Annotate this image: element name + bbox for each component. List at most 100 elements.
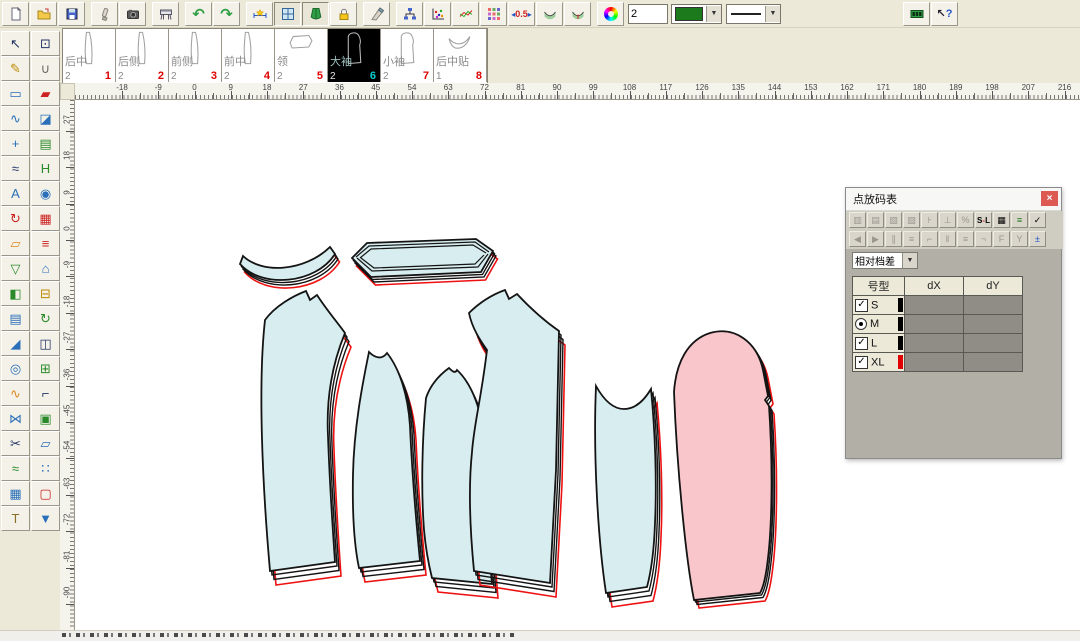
stitch-tool[interactable]: ≈ xyxy=(1,456,30,481)
seam-piece-tool[interactable]: ▰ xyxy=(31,81,60,106)
cell-XL-dX[interactable] xyxy=(905,353,964,372)
tsquare-tool[interactable]: T xyxy=(1,506,30,531)
brush-button[interactable] xyxy=(363,2,390,26)
copy-button[interactable]: ▥ xyxy=(849,212,866,228)
compass-tool[interactable]: ↻ xyxy=(1,206,30,231)
back-center-piece[interactable] xyxy=(261,291,351,585)
half-step-button[interactable]: ◂0.5▸ xyxy=(508,2,535,26)
size-checkbox[interactable]: ✓ xyxy=(855,337,868,350)
equalize-y-button[interactable]: ⊥ xyxy=(939,212,956,228)
select-tool[interactable]: ↖ xyxy=(1,31,30,56)
ibeam-tool[interactable]: H xyxy=(31,156,60,181)
dart-tool[interactable]: ▽ xyxy=(1,256,30,281)
open-file-button[interactable] xyxy=(30,2,57,26)
even-rows2-button[interactable]: ≡ xyxy=(957,231,974,247)
piece-selector-cell-1[interactable]: 后中21 xyxy=(63,29,116,82)
measure-button[interactable] xyxy=(246,2,273,26)
size-range-button[interactable]: S-L xyxy=(975,212,992,228)
cell-XL-dY[interactable] xyxy=(964,353,1023,372)
confirm-button[interactable]: ✓ xyxy=(1029,212,1046,228)
blue-piece-tool[interactable]: ◪ xyxy=(31,106,60,131)
add-color-button[interactable]: ± xyxy=(1029,231,1046,247)
new-file-button[interactable] xyxy=(2,2,29,26)
cell-S-dX[interactable] xyxy=(905,296,964,315)
clear-y-button[interactable]: Y xyxy=(1011,231,1028,247)
copy-dy-button[interactable]: ▨ xyxy=(903,212,920,228)
big-sleeve-piece[interactable] xyxy=(674,331,777,608)
cell-M-dY[interactable] xyxy=(964,315,1023,334)
cell-L-dX[interactable] xyxy=(905,334,964,353)
prev-size-button[interactable]: ◀ xyxy=(849,231,866,247)
grid-chart-button[interactable] xyxy=(480,2,507,26)
help-button[interactable]: ↖? xyxy=(931,2,958,26)
dots-piece-tool[interactable]: ∷ xyxy=(31,456,60,481)
clear-x-button[interactable]: F xyxy=(993,231,1010,247)
piece-selector-cell-2[interactable]: 后侧22 xyxy=(116,29,169,82)
line-width-input[interactable] xyxy=(628,4,668,24)
line-style-select[interactable]: ▼ xyxy=(726,4,781,24)
spec-piece-tool[interactable]: ▤ xyxy=(31,131,60,156)
corner-copy2-button[interactable]: ¬ xyxy=(975,231,992,247)
point-tool[interactable]: + xyxy=(1,131,30,156)
paste-button[interactable]: ▤ xyxy=(867,212,884,228)
plotter-button[interactable] xyxy=(152,2,179,26)
undo-button[interactable]: ↶ xyxy=(185,2,212,26)
piece-selector-cell-6[interactable]: 大袖26 xyxy=(328,29,381,82)
snapshot-button[interactable] xyxy=(119,2,146,26)
curve-notch-button[interactable] xyxy=(564,2,591,26)
redo-button[interactable]: ↷ xyxy=(213,2,240,26)
piece-selector-cell-5[interactable]: 领25 xyxy=(275,29,328,82)
measure-piece-tool[interactable]: ⊟ xyxy=(31,281,60,306)
arc-tool[interactable]: ≈ xyxy=(1,156,30,181)
node-select-tool[interactable]: ⊡ xyxy=(31,31,60,56)
film-button[interactable] xyxy=(903,2,930,26)
line-chart-button[interactable] xyxy=(452,2,479,26)
rectangle-tool[interactable]: ▭ xyxy=(1,81,30,106)
chevron-down-icon[interactable]: ▼ xyxy=(706,6,721,22)
chevron-down-icon[interactable]: ▼ xyxy=(902,253,917,268)
lock-piece-button[interactable] xyxy=(330,2,357,26)
piece-selector-cell-4[interactable]: 前中24 xyxy=(222,29,275,82)
stripe-piece-tool[interactable]: ≡ xyxy=(31,231,60,256)
sewing-machine-tool[interactable]: ⌂ xyxy=(31,256,60,281)
size-checkbox[interactable]: ✓ xyxy=(855,356,868,369)
swap-xy-button[interactable]: % xyxy=(957,212,974,228)
cell-S-dY[interactable] xyxy=(964,296,1023,315)
mirror-tool[interactable]: ⋈ xyxy=(1,406,30,431)
save-file-button[interactable] xyxy=(58,2,85,26)
dashed-piece-tool[interactable]: ▢ xyxy=(31,481,60,506)
chevron-down-icon[interactable]: ▼ xyxy=(765,6,780,22)
split-tool[interactable]: ◧ xyxy=(1,281,30,306)
copy-piece-tool[interactable]: ▣ xyxy=(31,406,60,431)
even-columns-button[interactable]: ∥ xyxy=(885,231,902,247)
pleat-tool[interactable]: ▤ xyxy=(1,306,30,331)
pattern-window-button[interactable] xyxy=(274,2,301,26)
corner-tool[interactable]: ⌐ xyxy=(31,381,60,406)
small-sleeve-piece[interactable] xyxy=(595,386,662,607)
grading-table-window[interactable]: 点放码表 × ▥▤▧▨⊦⊥%S-L▦≡✓ ◀▶∥≡⌐‖≡¬FY± 相对档差 ▼ … xyxy=(845,187,1062,459)
even-rows-button[interactable]: ≡ xyxy=(903,231,920,247)
wave-tool[interactable]: ∿ xyxy=(1,381,30,406)
close-icon[interactable]: × xyxy=(1041,191,1058,206)
corner-copy-button[interactable]: ⌐ xyxy=(921,231,938,247)
collar-piece[interactable] xyxy=(240,247,340,288)
piece-selector-cell-3[interactable]: 前侧23 xyxy=(169,29,222,82)
glue-tool-button[interactable] xyxy=(91,2,118,26)
grade-points-tool[interactable]: ⊞ xyxy=(31,356,60,381)
grade-mode-select[interactable]: 相对档差 ▼ xyxy=(852,252,918,269)
curtain-tool[interactable]: ▼ xyxy=(31,506,60,531)
equalize-x-button[interactable]: ⊦ xyxy=(921,212,938,228)
cell-M-dX[interactable] xyxy=(905,315,964,334)
color-wheel-button[interactable] xyxy=(597,2,624,26)
scissors-tool[interactable]: ✂ xyxy=(1,431,30,456)
spiral-tool[interactable]: ◎ xyxy=(1,356,30,381)
size-checkbox[interactable]: ✓ xyxy=(855,299,868,312)
notch-piece-tool[interactable]: ▱ xyxy=(31,431,60,456)
next-size-button[interactable]: ▶ xyxy=(867,231,884,247)
fill-color-select[interactable]: ▼ xyxy=(671,4,722,24)
back-side-piece[interactable] xyxy=(353,352,426,582)
flowchart-button[interactable] xyxy=(396,2,423,26)
grading-window-titlebar[interactable]: 点放码表 × xyxy=(846,188,1061,211)
pocket-tool[interactable]: ∪ xyxy=(31,56,60,81)
fan-pleat-tool[interactable]: ◢ xyxy=(1,331,30,356)
